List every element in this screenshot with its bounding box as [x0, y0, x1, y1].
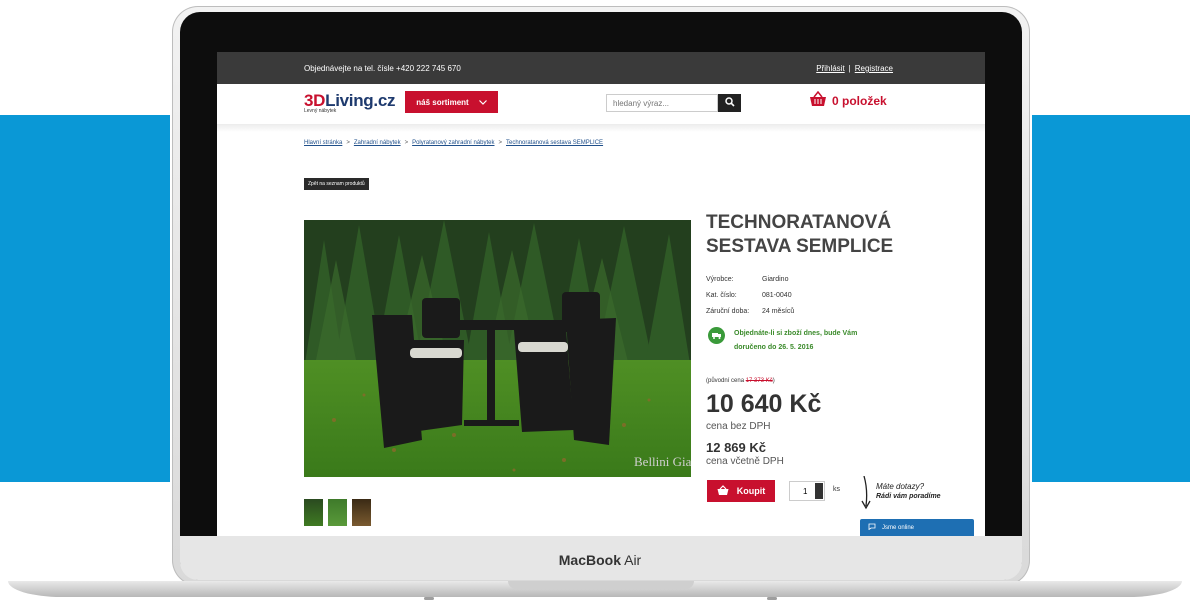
product-title-line-1: TECHNORATANOVÁ — [706, 212, 892, 233]
back-to-list-button[interactable]: Zpět na seznam produktů — [304, 178, 369, 190]
quantity-step-buttons[interactable] — [815, 483, 823, 499]
chevron-down-icon — [478, 98, 487, 107]
spec-value: Giardino — [762, 276, 789, 283]
price-with-vat-label: cena včetně DPH — [706, 456, 784, 467]
delivery-info: Objednáte-li si zboží dnes, bude Vám dor… — [734, 327, 874, 355]
quantity-unit: ks — [833, 486, 840, 493]
product-title-line-2: SESTAVA SEMPLICE — [706, 236, 894, 257]
site-logo[interactable]: 3DLiving.cz Levný nábytek — [304, 91, 395, 114]
breadcrumb-separator: > — [346, 140, 350, 146]
image-watermark: Bellini Giardino — [634, 454, 691, 469]
help-question: Máte dotazy? — [876, 482, 925, 491]
help-prompt: Máte dotazy? Rádi vám poradíme — [876, 482, 941, 500]
product-image[interactable]: Bellini Giardino — [304, 220, 691, 477]
top-bar: Objednávejte na tel. čísle +420 222 745 … — [217, 52, 985, 84]
background-band-left — [0, 115, 170, 482]
auth-links: Přihlásit | Registrace — [816, 64, 893, 73]
spec-value: 081-0040 — [762, 292, 792, 299]
original-price: (původní cena 17 373 Kč) — [706, 378, 775, 384]
quantity-value: 1 — [803, 487, 808, 496]
auth-separator: | — [848, 64, 851, 73]
basket-icon — [717, 484, 729, 498]
thumbnail-1[interactable] — [304, 499, 323, 526]
breadcrumb-polyrattan[interactable]: Polyratanový zahradní nábytek — [412, 140, 494, 146]
spec-row: Výrobce: Giardino — [706, 276, 794, 292]
laptop-foot-right — [767, 597, 777, 600]
site-header: 3DLiving.cz Levný nábytek náš sortiment … — [217, 84, 985, 124]
breadcrumb-separator: > — [404, 140, 409, 146]
delivery-date: 26. 5. 2016 — [778, 344, 814, 351]
thumbnail-3[interactable] — [352, 499, 371, 526]
chat-widget[interactable]: Jsme online — [860, 519, 974, 536]
chat-label: Jsme online — [882, 524, 915, 531]
breadcrumb: Hlavní stránka > Zahradní nábytek > Polyrata… — [304, 140, 603, 146]
price-without-vat: 10 640 Kč — [706, 390, 822, 418]
laptop-foot-left — [424, 597, 434, 600]
thumbnail-2[interactable] — [328, 499, 347, 526]
breadcrumb-current[interactable]: Technoratanová sestava SEMPLICE — [506, 140, 603, 146]
product-title: TECHNORATANOVÁ SESTAVA SEMPLICE — [706, 211, 893, 259]
search-icon — [724, 94, 735, 112]
price-without-vat-label: cena bez DPH — [706, 421, 771, 432]
breadcrumb-home[interactable]: Hlavní stránka — [304, 140, 342, 146]
original-price-value: 17 373 Kč — [745, 378, 773, 384]
buy-label: Koupit — [736, 486, 766, 496]
search-input[interactable] — [606, 94, 718, 112]
spec-value: 24 měsíců — [762, 308, 795, 315]
cart-button[interactable]: 0 položek — [809, 90, 887, 110]
original-price-prefix: (původní cena — [706, 378, 745, 384]
search-button[interactable] — [718, 94, 741, 112]
assortment-button[interactable]: náš sortiment — [405, 91, 498, 113]
product-photo-illustration: Bellini Giardino — [304, 220, 691, 477]
laptop-model-variant: Air — [624, 552, 642, 568]
product-specs: Výrobce: Giardino Kat. číslo: 081-0040 Zár… — [706, 276, 794, 324]
laptop-model-label: MacBook Air — [540, 552, 660, 568]
spec-row: Kat. číslo: 081-0040 — [706, 292, 794, 308]
help-subtext: Rádi vám poradíme — [876, 493, 941, 500]
spec-key: Záruční doba: — [706, 308, 750, 315]
spec-key: Kat. číslo: — [706, 292, 737, 299]
contact-phone: Objednávejte na tel. čísle +420 222 745 … — [304, 64, 461, 73]
chat-bubble-icon — [868, 523, 876, 532]
delivery-truck-icon — [708, 327, 725, 344]
thumbnail-strip — [304, 499, 371, 526]
quantity-stepper[interactable]: 1 — [789, 481, 825, 501]
cart-label: 0 položek — [832, 93, 887, 108]
background-band-right — [1032, 115, 1190, 482]
spec-row: Záruční doba: 24 měsíců — [706, 308, 794, 324]
original-price-suffix: ) — [772, 378, 775, 384]
laptop-model-brand: MacBook — [558, 552, 621, 568]
header-shadow — [217, 124, 985, 132]
basket-icon — [809, 90, 827, 110]
breadcrumb-separator: > — [498, 140, 502, 146]
price-with-vat: 12 869 Kč — [706, 440, 766, 455]
login-link[interactable]: Přihlásit — [816, 64, 844, 73]
arrow-down-icon — [859, 475, 873, 515]
laptop-notch — [508, 581, 694, 589]
assortment-label: náš sortiment — [416, 97, 469, 107]
spec-key: Výrobce: — [706, 276, 734, 283]
browser-screen: Objednávejte na tel. čísle +420 222 745 … — [217, 52, 985, 536]
register-link[interactable]: Registrace — [855, 64, 893, 73]
buy-button[interactable]: Koupit — [707, 480, 775, 502]
breadcrumb-garden-furniture[interactable]: Zahradní nábytek — [354, 140, 401, 146]
